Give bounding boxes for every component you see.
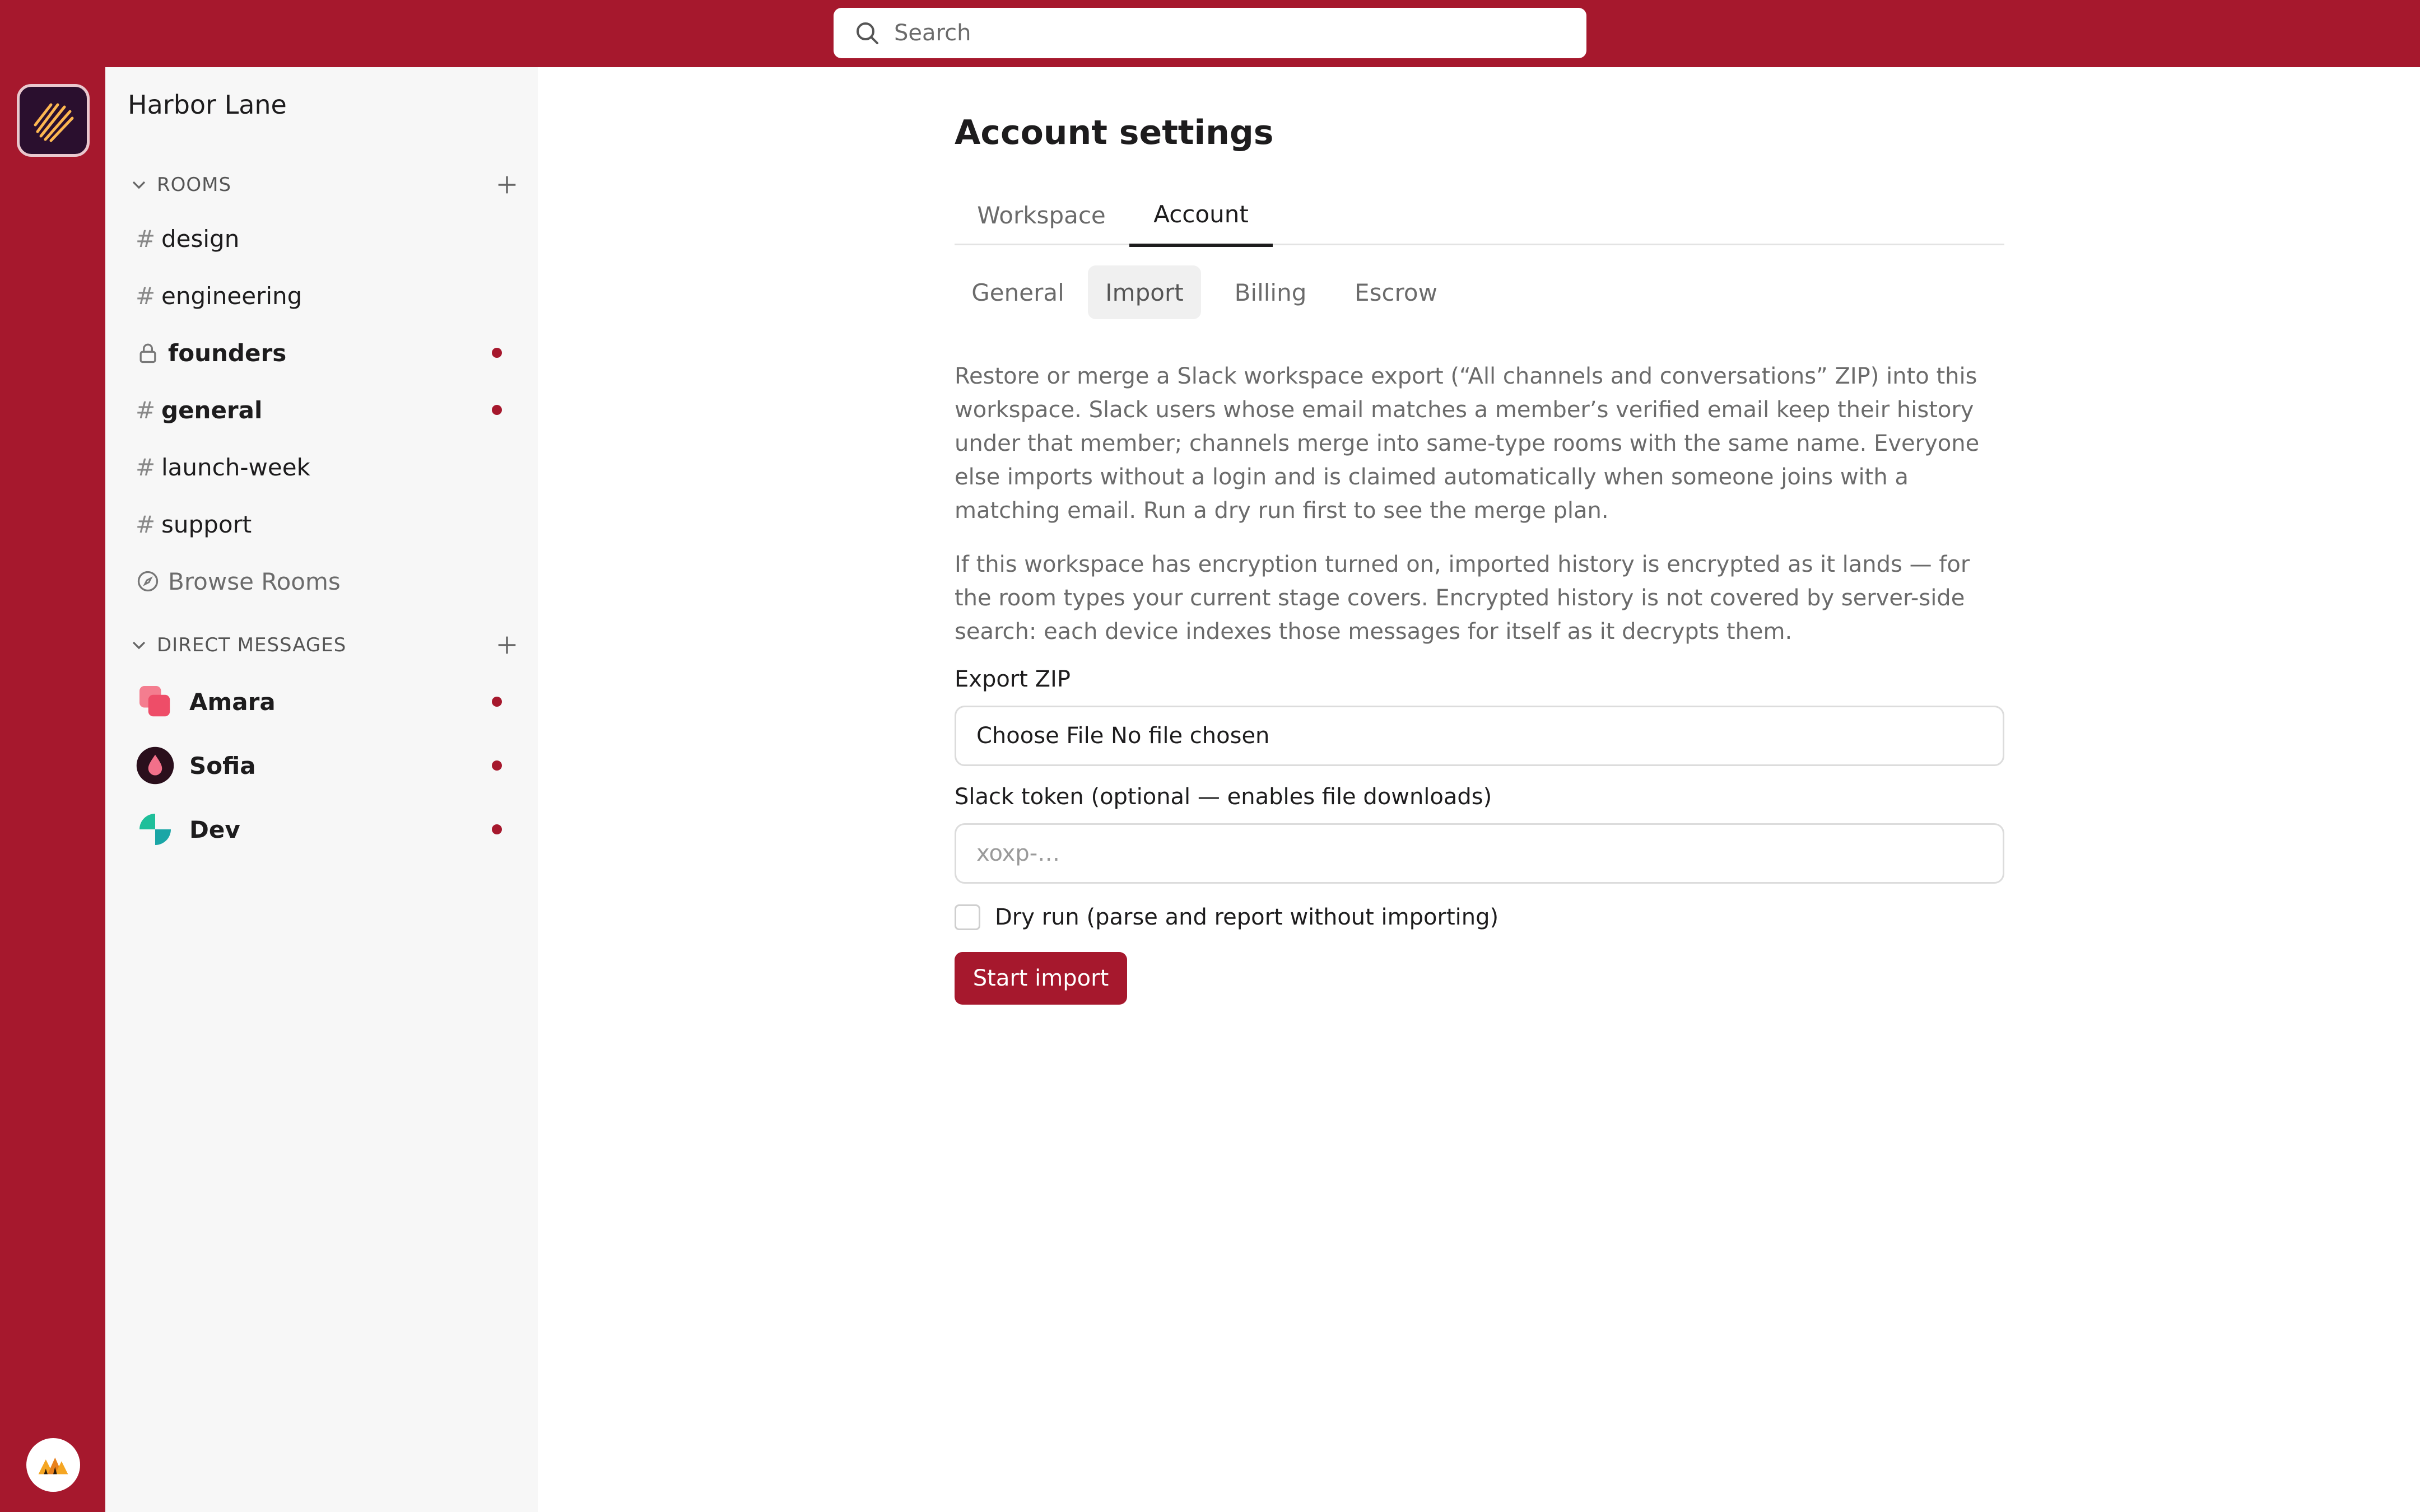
dm-item-dev[interactable]: Dev	[136, 804, 522, 855]
compass-icon	[137, 571, 159, 592]
add-room-icon[interactable]	[494, 172, 520, 198]
room-label: support	[161, 510, 252, 538]
workspace-logo-icon	[34, 103, 74, 142]
avatar	[136, 746, 174, 785]
sidebar-item-founders[interactable]: founders	[136, 330, 522, 375]
export-zip-label: Export ZIP	[955, 666, 1071, 692]
import-description: Restore or merge a Slack workspace expor…	[955, 363, 1980, 524]
page-title: Account settings	[955, 113, 1274, 152]
search-icon	[857, 22, 878, 44]
workspace-rail	[0, 67, 105, 1512]
unread-indicator	[492, 348, 502, 358]
chevron-down-icon	[132, 181, 146, 189]
subtab-general[interactable]: General	[955, 265, 1081, 319]
user-avatar[interactable]	[26, 1438, 80, 1492]
top-bar: Search	[0, 0, 2420, 67]
sidebar-item-engineering[interactable]: # engineering	[136, 273, 522, 318]
avatar	[139, 686, 170, 717]
dry-run-label: Dry run (parse and report without import…	[995, 904, 1499, 930]
slack-token-label: Slack token (optional — enables file dow…	[955, 784, 1492, 810]
subtab-escrow[interactable]: Escrow	[1334, 265, 1458, 319]
workspace-name: Harbor Lane	[128, 90, 287, 120]
sidebar: Harbor Lane ROOMS # design # engineering…	[105, 67, 538, 1512]
unread-indicator	[492, 824, 502, 834]
dm-label: Sofia	[189, 752, 256, 780]
tab-workspace[interactable]: Workspace	[955, 185, 1128, 245]
room-label: general	[161, 396, 263, 424]
unread-indicator	[492, 405, 502, 415]
room-label: founders	[168, 339, 287, 367]
room-label: design	[161, 225, 240, 253]
main-panel: Account settings Workspace Account Gener…	[538, 67, 2420, 1512]
tab-account[interactable]: Account	[1129, 185, 1273, 247]
dm-item-sofia[interactable]: Sofia	[136, 740, 522, 791]
hash-icon: #	[136, 282, 156, 310]
workspace-icon[interactable]	[17, 84, 90, 157]
add-dm-icon[interactable]	[494, 632, 520, 658]
search-placeholder: Search	[894, 20, 971, 46]
dm-label: Dev	[189, 815, 240, 843]
chevron-down-icon	[132, 641, 146, 650]
subtab-import[interactable]: Import	[1088, 265, 1201, 319]
dm-section-header[interactable]: DIRECT MESSAGES	[128, 628, 520, 662]
encryption-note: If this workspace has encryption turned …	[955, 552, 1970, 645]
hash-icon: #	[136, 396, 156, 424]
dm-item-amara[interactable]: Amara	[136, 676, 522, 727]
dry-run-checkbox[interactable]	[955, 904, 980, 930]
browse-rooms-link[interactable]: Browse Rooms	[136, 559, 522, 604]
slack-token-input[interactable]	[955, 823, 2004, 884]
dm-header-label: DIRECT MESSAGES	[157, 634, 347, 656]
hash-icon: #	[136, 225, 156, 253]
rooms-section-header[interactable]: ROOMS	[128, 168, 520, 202]
dm-label: Amara	[189, 688, 276, 716]
room-label: launch-week	[161, 453, 310, 481]
room-label: engineering	[161, 282, 302, 310]
export-zip-file-input[interactable]: Choose File No file chosen	[955, 706, 2004, 766]
settings-tabs: Workspace Account	[955, 185, 2004, 247]
dry-run-row[interactable]: Dry run (parse and report without import…	[955, 902, 1498, 933]
search-bar[interactable]: Search	[834, 8, 1586, 58]
unread-indicator	[492, 697, 502, 707]
lock-icon	[139, 343, 156, 363]
mountains-icon	[38, 1457, 68, 1474]
rooms-header-label: ROOMS	[157, 174, 232, 196]
sidebar-item-support[interactable]: # support	[136, 502, 522, 547]
hash-icon: #	[136, 453, 156, 481]
unread-indicator	[492, 760, 502, 771]
hash-icon: #	[136, 510, 156, 538]
subtab-billing[interactable]: Billing	[1216, 265, 1325, 319]
start-import-button[interactable]: Start import	[955, 952, 1127, 1005]
avatar	[139, 814, 171, 845]
sidebar-item-launch-week[interactable]: # launch-week	[136, 445, 522, 489]
browse-rooms-label: Browse Rooms	[168, 567, 341, 595]
sidebar-item-general[interactable]: # general	[136, 388, 522, 432]
sidebar-item-design[interactable]: # design	[136, 216, 522, 261]
